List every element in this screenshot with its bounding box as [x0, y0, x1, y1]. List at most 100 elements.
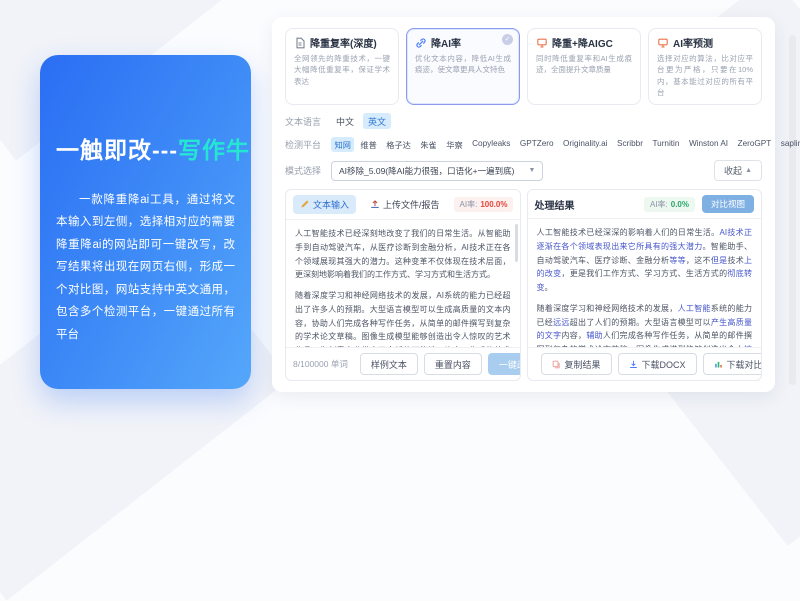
collapse-button[interactable]: 收起 ▲	[714, 160, 762, 181]
result-paragraph: 随着深度学习和神经网络技术的发展，人工智能系统的能力已经远远超出了人们的预期。大…	[537, 302, 753, 347]
result-panel-header: 处理结果 AI率: 0.0% 对比视图	[528, 190, 762, 219]
monitor-icon	[657, 37, 669, 49]
mode-card-2[interactable]: 降AI率优化文本内容，降低AI生成痕迹，使文章更具人文特色 ✓	[406, 28, 520, 105]
mode-card-head: 降AI率	[415, 35, 511, 50]
mode-card-title: 降重+降AIGC	[552, 35, 613, 50]
mode-card-4[interactable]: AI率预测选择对应的算法，比对应平台更为严格，只要在10%内，基本能过对应的所有…	[648, 28, 762, 105]
input-tabs: 文本输入上传文件/报告	[293, 195, 447, 214]
check-icon: ✓	[502, 34, 513, 45]
mode-card-3[interactable]: 降重+降AIGC 同时降低重复率和AI生成痕迹，全面提升文章质量	[527, 28, 641, 105]
platform-option-sapling.ai[interactable]: sapling.ai	[777, 137, 800, 152]
mode-card-head: 降重复率(深度)	[294, 35, 390, 50]
platform-label: 检测平台	[285, 138, 331, 151]
highlighted-text: 等等	[669, 256, 686, 265]
mode-card-desc: 优化文本内容，降低AI生成痕迹，使文章更具人文特色	[415, 53, 511, 76]
document-icon	[294, 37, 306, 49]
link-icon	[415, 37, 427, 49]
highlighted-text: 辅助	[586, 331, 603, 340]
ai-rate-value: 0.0%	[671, 200, 689, 209]
page-scrollbar[interactable]	[789, 35, 796, 385]
result-buttons: 复制结果下载DOCX 下载对比文档	[541, 353, 763, 375]
platform-option-Originality.ai[interactable]: Originality.ai	[560, 137, 611, 152]
input-panel-header: 文本输入上传文件/报告 AI率: 100.0%	[286, 190, 520, 220]
platform-option-Scribbr[interactable]: Scribbr	[614, 137, 647, 152]
main-panel: 降重复率(深度)全网领先的降重技术，一键大幅降低重复率，保证学术表达降AI率优化…	[272, 17, 775, 392]
result-panel: 处理结果 AI率: 0.0% 对比视图 人工智能技术已经深深的影响着人们的日常生…	[527, 189, 763, 381]
compare-view-button[interactable]: 对比视图	[702, 195, 754, 213]
language-option-中文[interactable]: 中文	[331, 113, 359, 129]
platform-option-GPTZero[interactable]: GPTZero	[516, 137, 557, 152]
compare-doc-icon	[714, 360, 723, 369]
mode-select-row: 模式选择 AI移除_5.09(降AI能力很强，口语化+一遍到底) ▼ 收起 ▲	[285, 160, 762, 181]
chevron-down-icon: ▼	[528, 167, 535, 174]
language-options: 中文英文	[331, 113, 395, 129]
下载DOCX-button[interactable]: 下载DOCX	[618, 353, 697, 375]
hero-title: 一触即改---写作牛	[56, 131, 235, 165]
一键改写-button[interactable]: 一键改写	[488, 353, 521, 375]
download-icon	[629, 360, 638, 369]
platform-option-Turnitin[interactable]: Turnitin	[649, 137, 683, 152]
mode-card-head: AI率预测	[657, 35, 753, 50]
hero-description: 一款降重降ai工具，通过将文本输入到左侧，选择相对应的需要降重降ai的网站即可一…	[56, 189, 235, 346]
highlighted-text: 但是	[711, 256, 728, 265]
highlighted-text: 远远	[553, 318, 570, 327]
tab-上传文件/报告[interactable]: 上传文件/报告	[363, 195, 447, 214]
ai-rate-value: 100.0%	[480, 200, 507, 209]
ai-rate-label: AI率:	[460, 199, 478, 210]
textarea-scrollbar[interactable]	[515, 224, 518, 262]
upload-icon	[370, 199, 380, 211]
mode-cards-row: 降重复率(深度)全网领先的降重技术，一键大幅降低重复率，保证学术表达降AI率优化…	[285, 28, 762, 105]
mode-card-desc: 选择对应的算法，比对应平台更为严格，只要在10%内，基本能过对应的所有平台	[657, 53, 753, 98]
input-paragraph: 随着深度学习和神经网络技术的发展，AI系统的能力已经超出了许多人的预期。大型语言…	[295, 289, 511, 347]
复制结果-button[interactable]: 复制结果	[541, 353, 612, 375]
result-panel-footer: 复制结果下载DOCX 下载对比文档	[528, 347, 762, 380]
input-buttons: 样例文本重置内容一键改写	[360, 353, 521, 375]
input-paragraph: 人工智能技术已经深刻地改变了我们的日常生活。从智能助手到自动驾驶汽车，从医疗诊断…	[295, 227, 511, 282]
platform-option-维普[interactable]: 维普	[357, 137, 380, 152]
tab-文本输入[interactable]: 文本输入	[293, 195, 356, 214]
input-textarea[interactable]: 人工智能技术已经深刻地改变了我们的日常生活。从智能助手到自动驾驶汽车，从医疗诊断…	[286, 220, 520, 347]
样例文本-button[interactable]: 样例文本	[360, 353, 418, 375]
plain-text: 。	[545, 283, 553, 292]
下载对比文档-button[interactable]: 下载对比文档	[703, 353, 762, 375]
platform-option-ZeroGPT[interactable]: ZeroGPT	[734, 137, 775, 152]
platform-option-Winston AI[interactable]: Winston AI	[685, 137, 731, 152]
highlighted-text: 人工智能	[678, 304, 711, 313]
input-panel-footer: 8/100000 单词 样例文本重置内容一键改写	[286, 347, 520, 380]
hero-title-main: 一触即改---	[56, 137, 178, 163]
platform-option-华察[interactable]: 华察	[443, 137, 466, 152]
result-ai-rate: AI率: 0.0%	[644, 197, 695, 212]
input-ai-rate: AI率: 100.0%	[454, 197, 514, 212]
pencil-icon	[300, 199, 310, 211]
result-text: 人工智能技术已经深深的影响着人们的日常生活。AI技术正逐渐在各个领域表现出来它所…	[528, 219, 762, 347]
language-row: 文本语言 中文英文	[285, 113, 762, 129]
plain-text: 人工智能技术已经深深的影响着人们的日常生活。	[537, 228, 720, 237]
result-paragraph: 人工智能技术已经深深的影响着人们的日常生活。AI技术正逐渐在各个领域表现出来它所…	[537, 226, 753, 295]
plain-text: 随着深度学习和神经网络技术的发展，	[537, 304, 678, 313]
platform-option-知网[interactable]: 知网	[331, 137, 354, 152]
mode-card-desc: 同时降低重复率和AI生成痕迹，全面提升文章质量	[536, 53, 632, 76]
mode-card-desc: 全网领先的降重技术，一键大幅降低重复率，保证学术表达	[294, 53, 390, 87]
platform-options: 知网维普格子达朱雀华察CopyleaksGPTZeroOriginality.a…	[331, 137, 800, 152]
result-title: 处理结果	[535, 197, 575, 212]
editor-panels: 文本输入上传文件/报告 AI率: 100.0% 人工智能技术已经深刻地改变了我们…	[285, 189, 762, 381]
plain-text: 技术	[727, 256, 744, 265]
mode-select-value: AI移除_5.09(降AI能力很强，口语化+一遍到底)	[339, 165, 514, 177]
mode-card-head: 降重+降AIGC	[536, 35, 632, 50]
mode-card-title: 降AI率	[431, 35, 461, 50]
platform-row: 检测平台 知网维普格子达朱雀华察CopyleaksGPTZeroOriginal…	[285, 137, 762, 152]
plain-text: ，更是我们工作方式、学习方式、生活方式的	[561, 269, 727, 278]
mode-card-title: AI率预测	[673, 35, 713, 50]
chevron-up-icon: ▲	[745, 167, 752, 174]
plain-text: ，这不	[686, 256, 711, 265]
hero-title-accent: 写作牛	[178, 137, 250, 163]
platform-option-Copyleaks[interactable]: Copyleaks	[469, 137, 514, 152]
language-option-英文[interactable]: 英文	[363, 113, 391, 129]
mode-select-dropdown[interactable]: AI移除_5.09(降AI能力很强，口语化+一遍到底) ▼	[331, 161, 543, 181]
collapse-label: 收起	[724, 164, 742, 177]
mode-card-1[interactable]: 降重复率(深度) 全网领先的降重技术，一键大幅降低重复率，保证学术表达	[285, 28, 399, 105]
platform-option-朱雀[interactable]: 朱雀	[417, 137, 440, 152]
platform-option-格子达[interactable]: 格子达	[383, 137, 415, 152]
重置内容-button[interactable]: 重置内容	[424, 353, 482, 375]
ai-rate-label: AI率:	[650, 199, 668, 210]
